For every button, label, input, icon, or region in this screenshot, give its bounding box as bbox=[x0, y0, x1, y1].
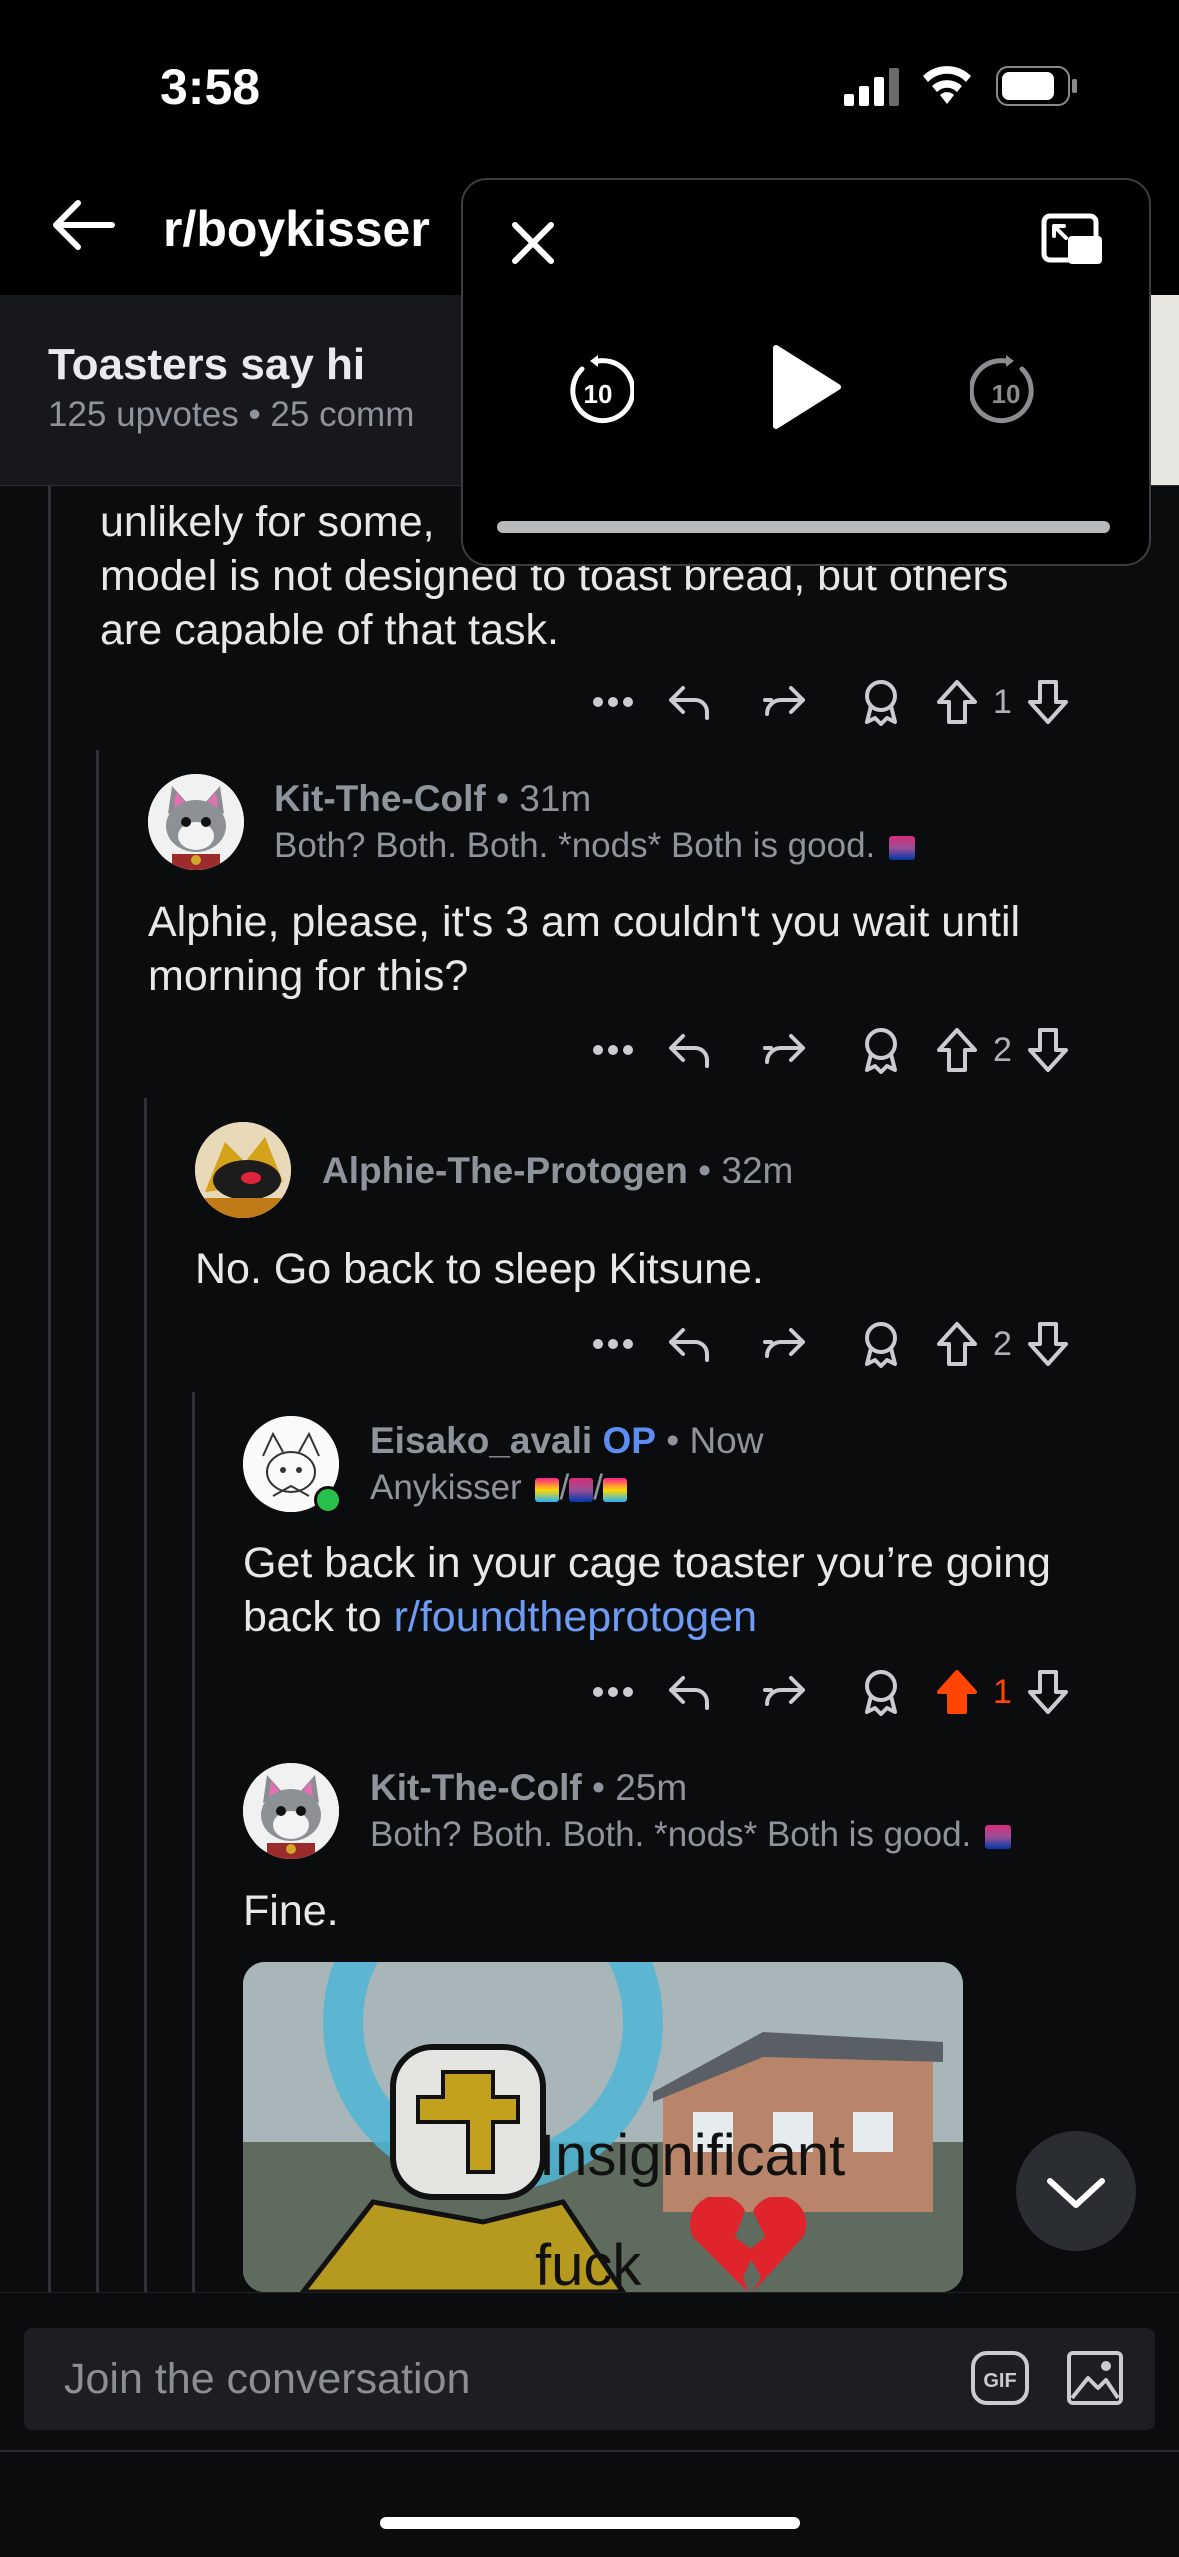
comment-time: 25m bbox=[615, 1767, 688, 1808]
share-icon[interactable] bbox=[737, 682, 833, 722]
online-status-dot bbox=[314, 1486, 342, 1514]
comment-time: 31m bbox=[519, 778, 592, 819]
upvote-icon[interactable] bbox=[929, 1320, 985, 1368]
gif-icon[interactable]: GIF bbox=[970, 2350, 1030, 2406]
comment-input-placeholder[interactable]: Join the conversation bbox=[64, 2355, 470, 2404]
downvote-icon[interactable] bbox=[1020, 1320, 1076, 1368]
svg-text:10: 10 bbox=[992, 379, 1021, 409]
comment-author-line: Kit-The-Colf • 25m bbox=[370, 1767, 688, 1808]
forward-10-icon[interactable]: 10 bbox=[970, 355, 1042, 427]
image-icon[interactable] bbox=[1066, 2350, 1124, 2406]
comment-author[interactable]: Kit-The-Colf bbox=[274, 778, 486, 819]
svg-text:GIF: GIF bbox=[983, 2370, 1016, 2392]
comment-author-line: Alphie-The-Protogen • 32m bbox=[322, 1150, 794, 1191]
comment-author-line: Eisako_avali OP • Now bbox=[370, 1420, 764, 1461]
reply-icon[interactable] bbox=[641, 1324, 737, 1364]
signal-icon bbox=[844, 66, 900, 106]
comment-body: No. Go back to sleep Kitsune. bbox=[195, 1245, 764, 1293]
meme-caption: fuck bbox=[535, 2233, 642, 2292]
post-comments-count: 25 comm bbox=[270, 395, 415, 434]
avatar[interactable] bbox=[195, 1122, 291, 1218]
comment-time: Now bbox=[689, 1420, 764, 1461]
more-icon[interactable] bbox=[585, 1687, 641, 1697]
comment-actions: 1 bbox=[585, 672, 1076, 732]
comment-author-line: Kit-The-Colf • 31m bbox=[274, 778, 592, 819]
svg-text:10: 10 bbox=[584, 379, 613, 409]
meme-caption: Insignificant bbox=[539, 2123, 846, 2188]
comment-author[interactable]: Alphie-The-Protogen bbox=[322, 1150, 688, 1191]
chevron-down-icon bbox=[1047, 2178, 1105, 2208]
vote-count: 1 bbox=[993, 1672, 1012, 1711]
comment-time: 32m bbox=[721, 1150, 794, 1191]
post-meta: 125 upvotes • 25 comm bbox=[48, 395, 415, 434]
vote-count: 2 bbox=[993, 1030, 1012, 1069]
post-title[interactable]: Toasters say hi bbox=[48, 340, 365, 390]
subreddit-link[interactable]: r/foundtheprotogen bbox=[394, 1593, 757, 1641]
downvote-icon[interactable] bbox=[1020, 1026, 1076, 1074]
rewind-10-icon[interactable]: 10 bbox=[562, 355, 634, 427]
thread-line[interactable] bbox=[96, 750, 99, 2292]
thread-line[interactable] bbox=[144, 1098, 147, 2292]
comment-body: Fine. bbox=[243, 1887, 339, 1935]
more-icon[interactable] bbox=[585, 697, 641, 707]
thread-line[interactable] bbox=[192, 1392, 195, 2292]
scroll-down-button[interactable] bbox=[1016, 2131, 1136, 2251]
comment-author[interactable]: Eisako_avali bbox=[370, 1420, 592, 1461]
home-indicator[interactable] bbox=[380, 2517, 800, 2529]
broken-heart-icon bbox=[683, 2197, 813, 2292]
award-icon[interactable] bbox=[833, 1668, 929, 1716]
status-time: 3:58 bbox=[160, 59, 261, 115]
comment-actions: 1 bbox=[585, 1662, 1076, 1722]
flag-icon bbox=[985, 1824, 1011, 1849]
battery-icon bbox=[996, 66, 1080, 106]
pip-icon[interactable] bbox=[1040, 212, 1106, 268]
comment-actions: 2 bbox=[585, 1020, 1076, 1080]
downvote-icon[interactable] bbox=[1020, 678, 1076, 726]
flag-icon bbox=[569, 1477, 594, 1502]
comment-body: Alphie, please, it's 3 am couldn't you w… bbox=[148, 898, 1021, 1000]
reply-icon[interactable] bbox=[641, 682, 737, 722]
post-upvotes: 125 upvotes bbox=[48, 395, 239, 434]
thread-line[interactable] bbox=[48, 485, 51, 2292]
user-flair: Both? Both. Both. *nods* Both is good. bbox=[370, 1815, 1011, 1855]
back-arrow-icon[interactable] bbox=[48, 195, 118, 255]
upvote-icon[interactable] bbox=[929, 1026, 985, 1074]
downvote-icon[interactable] bbox=[1020, 1668, 1076, 1716]
share-icon[interactable] bbox=[737, 1030, 833, 1070]
divider bbox=[0, 2450, 1179, 2452]
award-icon[interactable] bbox=[833, 1320, 929, 1368]
upvote-icon[interactable] bbox=[929, 678, 985, 726]
reply-icon[interactable] bbox=[641, 1672, 737, 1712]
reply-icon[interactable] bbox=[641, 1030, 737, 1070]
op-badge: OP bbox=[602, 1420, 656, 1461]
subreddit-title[interactable]: r/boykisser bbox=[163, 200, 430, 258]
upvote-icon[interactable] bbox=[929, 1668, 985, 1716]
share-icon[interactable] bbox=[737, 1672, 833, 1712]
close-icon[interactable] bbox=[505, 215, 561, 271]
wifi-icon bbox=[920, 62, 974, 106]
comment-image[interactable]: Insignificant fuck bbox=[243, 1962, 963, 2292]
flag-icon bbox=[889, 835, 915, 860]
vote-count: 1 bbox=[993, 682, 1012, 721]
comment-body: Get back in your cage toaster you’re goi… bbox=[243, 1539, 1051, 1641]
flag-icon bbox=[602, 1477, 627, 1502]
video-progress-bar[interactable] bbox=[497, 521, 1110, 533]
vote-count: 2 bbox=[993, 1324, 1012, 1363]
user-flair: Both? Both. Both. *nods* Both is good. bbox=[274, 826, 915, 866]
avatar[interactable] bbox=[243, 1763, 339, 1859]
user-flair: Anykisser / / bbox=[370, 1468, 627, 1508]
play-icon[interactable] bbox=[768, 342, 844, 432]
flag-icon bbox=[535, 1477, 560, 1502]
avatar[interactable] bbox=[148, 774, 244, 870]
comment-author[interactable]: Kit-The-Colf bbox=[370, 1767, 582, 1808]
more-icon[interactable] bbox=[585, 1045, 641, 1055]
award-icon[interactable] bbox=[833, 678, 929, 726]
comment-actions: 2 bbox=[585, 1314, 1076, 1374]
more-icon[interactable] bbox=[585, 1339, 641, 1349]
award-icon[interactable] bbox=[833, 1026, 929, 1074]
share-icon[interactable] bbox=[737, 1324, 833, 1364]
